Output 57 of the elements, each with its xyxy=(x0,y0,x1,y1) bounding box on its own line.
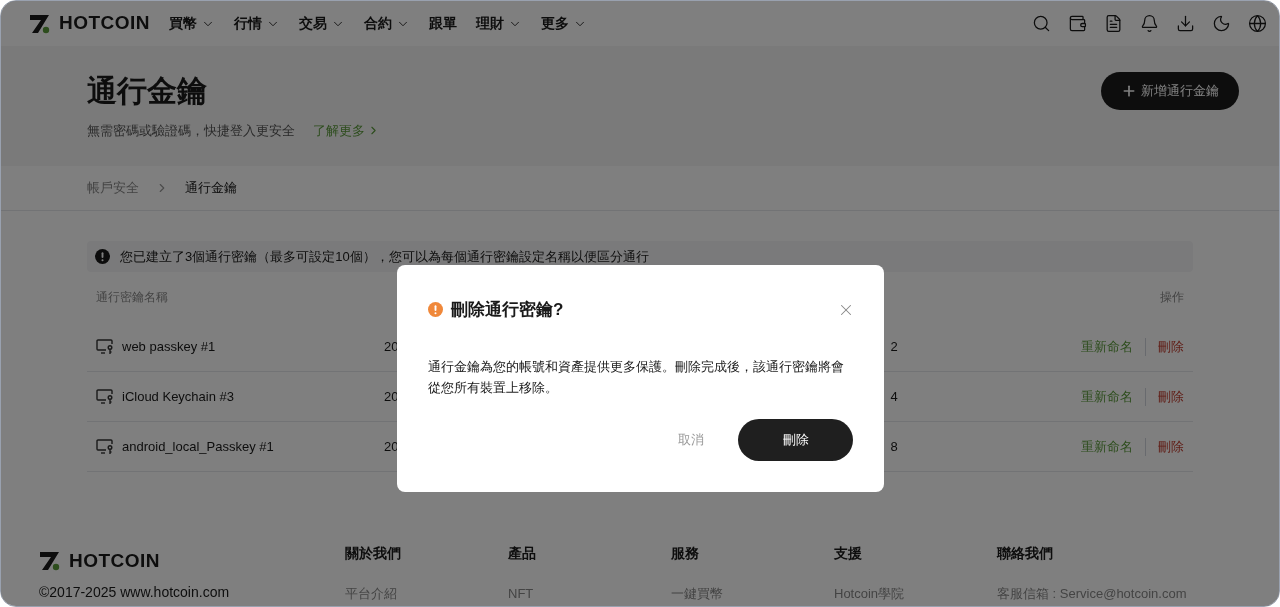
breadcrumb-item[interactable]: 通行金鑰 xyxy=(185,178,237,198)
brand-name: HOTCOIN xyxy=(59,11,150,36)
footer-heading: 產品 xyxy=(508,544,536,563)
column-header: 操作 xyxy=(1160,289,1184,306)
nav-item[interactable]: 交易 xyxy=(298,13,345,34)
cancel-button[interactable]: 取消 xyxy=(678,430,704,450)
add-passkey-button[interactable]: 新增通行金鑰 xyxy=(1101,72,1239,110)
footer-heading: 關於我們 xyxy=(345,544,401,563)
delete-link[interactable]: 刪除 xyxy=(1158,436,1184,457)
dialog-title: 刪除通行密鑰? xyxy=(451,299,564,321)
footer-heading: 服務 xyxy=(671,544,699,563)
page-subtitle: 無需密碼或驗證碼，快捷登入更安全 xyxy=(87,122,295,140)
table-cell-text: 8 xyxy=(890,437,898,456)
table-cell-text: 2 xyxy=(890,337,898,356)
monitor-key-icon xyxy=(96,388,114,405)
nav-item[interactable]: 理財 xyxy=(475,13,522,34)
confirm-delete-button[interactable]: 刪除 xyxy=(738,419,853,461)
passkey-name: web passkey #1 xyxy=(122,337,216,356)
nav-item[interactable]: 行情 xyxy=(233,13,280,34)
footer-heading: 支援 xyxy=(834,544,862,563)
passkey-name: iCloud Keychain #3 xyxy=(122,387,235,406)
logo-icon xyxy=(39,551,61,572)
warning-icon xyxy=(428,302,443,318)
rename-link[interactable]: 重新命名 xyxy=(1081,336,1133,357)
nav-item[interactable]: 更多 xyxy=(540,13,587,34)
delete-link[interactable]: 刪除 xyxy=(1158,386,1184,407)
brand-name: HOTCOIN xyxy=(69,549,160,573)
learn-more-link[interactable]: 了解更多 xyxy=(313,121,380,141)
monitor-key-icon xyxy=(96,438,114,455)
exclamation-icon xyxy=(95,249,110,264)
search-icon[interactable] xyxy=(1032,14,1051,33)
page-title: 通行金鑰 xyxy=(87,72,208,109)
download-icon[interactable] xyxy=(1176,14,1195,33)
rename-link[interactable]: 重新命名 xyxy=(1081,386,1133,407)
globe-icon[interactable] xyxy=(1248,14,1267,33)
delete-link[interactable]: 刪除 xyxy=(1158,336,1184,357)
moon-icon[interactable] xyxy=(1212,14,1231,33)
breadcrumb-item[interactable]: 帳戶安全 xyxy=(87,178,139,198)
monitor-key-icon xyxy=(96,338,114,355)
rename-link[interactable]: 重新命名 xyxy=(1081,436,1133,457)
dialog-message: 通行金鑰為您的帳號和資產提供更多保護。刪除完成後，該通行密鑰將會從您所有裝置上移除。 xyxy=(428,357,844,397)
footer-link[interactable]: Hotcoin學院 xyxy=(834,584,905,604)
copyright-text: ©2017-2025 www.hotcoin.com xyxy=(39,583,231,602)
notice-text: 您已建立了3個通行密鑰（最多可設定10個），您可以為每個通行密鑰設定名稱以便區分通行 xyxy=(120,247,649,266)
footer-heading: 聯絡我們 xyxy=(997,544,1053,563)
nav-item[interactable]: 買幣 xyxy=(168,13,215,34)
nav-item[interactable]: 合約 xyxy=(363,13,410,34)
footer-link[interactable]: NFT xyxy=(508,584,534,604)
nav-item[interactable]: 跟單 xyxy=(428,13,457,34)
plus-icon xyxy=(1121,83,1137,99)
passkey-name: android_local_Passkey #1 xyxy=(122,437,274,456)
logo-icon xyxy=(29,13,51,34)
table-cell-text: 4 xyxy=(890,387,898,406)
bell-icon[interactable] xyxy=(1140,14,1159,33)
footer-link[interactable]: 客服信箱 : Service@hotcoin.com xyxy=(997,584,1187,604)
wallet-icon[interactable] xyxy=(1068,14,1087,33)
document-icon[interactable] xyxy=(1104,14,1123,33)
